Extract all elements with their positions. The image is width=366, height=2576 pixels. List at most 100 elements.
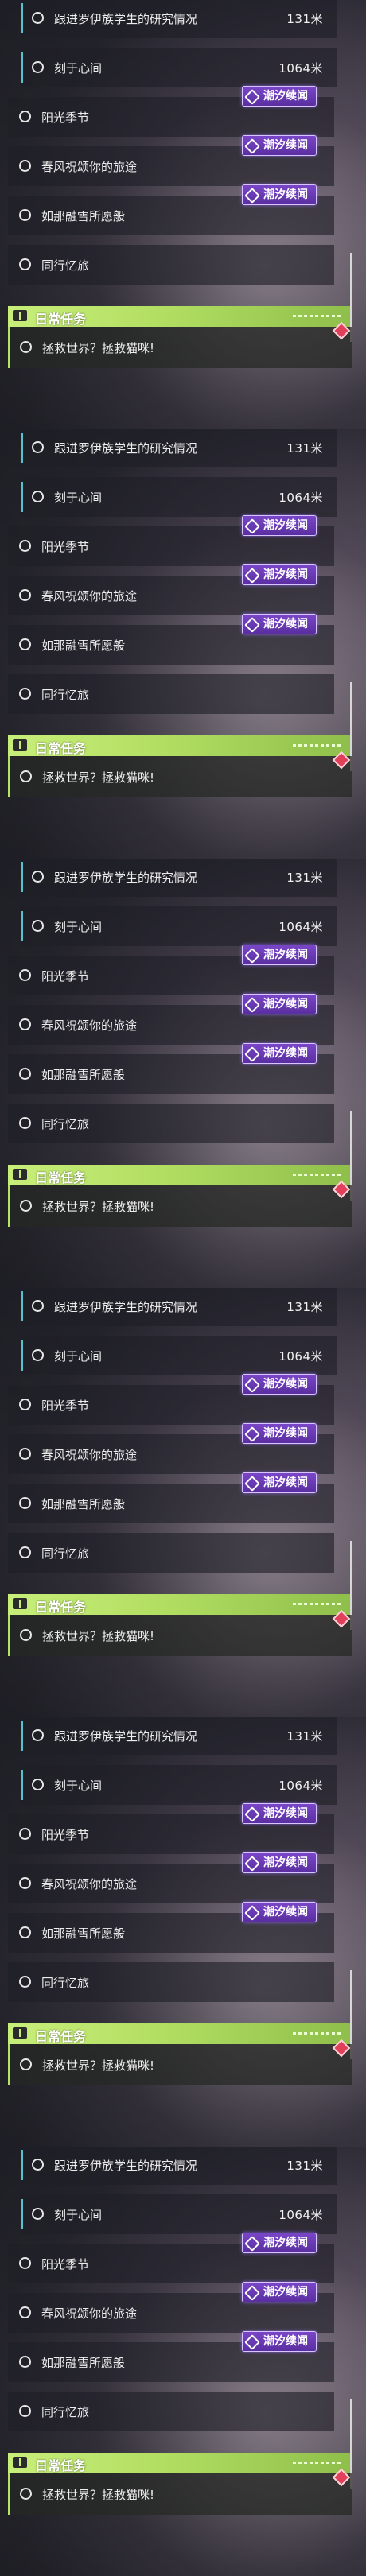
quest-name: 阳光季节 — [41, 1828, 90, 1842]
daily-task-header[interactable]: 日常任务 — [8, 1165, 350, 1185]
tide-badge[interactable]: 潮汐续闻 — [242, 614, 317, 634]
tide-badge[interactable]: 潮汐续闻 — [242, 2233, 317, 2253]
daily-task-header[interactable]: 日常任务 — [8, 735, 350, 756]
quest-row[interactable]: 跟进罗伊族学生的研究情况 131米 — [21, 429, 337, 467]
quest-row[interactable]: 跟进罗伊族学生的研究情况 131米 — [21, 1717, 337, 1755]
quest-row[interactable]: 阳光季节 潮汐续闻 — [8, 1374, 334, 1425]
tide-badge[interactable]: 潮汐续闻 — [242, 1472, 317, 1493]
quest-row[interactable]: 刻于心间 1064米 — [21, 1336, 337, 1375]
quest-row[interactable]: 同行忆旅 — [8, 1533, 334, 1573]
quest-row[interactable]: 阳光季节 潮汐续闻 — [8, 2233, 334, 2283]
quest-marker-icon — [32, 1779, 44, 1790]
quest-row[interactable]: 阳光季节 潮汐续闻 — [8, 945, 334, 995]
daily-task-title: 日常任务 — [35, 2029, 87, 2044]
daily-marker-icon — [20, 2488, 32, 2500]
quest-row[interactable]: 阳光季节 潮汐续闻 — [8, 515, 334, 566]
tide-badge[interactable]: 潮汐续闻 — [242, 1852, 317, 1873]
quest-distance: 131米 — [286, 1729, 323, 1744]
daily-task-name: 拯救世界？拯救猫咪! — [42, 341, 155, 355]
tide-badge[interactable]: 潮汐续闻 — [242, 515, 317, 536]
tide-badge[interactable]: 潮汐续闻 — [242, 945, 317, 965]
tide-badge-icon — [244, 2285, 260, 2301]
tide-badge-label: 潮汐续闻 — [263, 90, 308, 103]
tide-badge[interactable]: 潮汐续闻 — [242, 1374, 317, 1395]
tide-badge[interactable]: 潮汐续闻 — [242, 994, 317, 1014]
tide-badge[interactable]: 潮汐续闻 — [242, 1902, 317, 1922]
quest-row[interactable]: 春风祝颂你的旅途 潮汐续闻 — [8, 135, 334, 186]
tide-badge[interactable]: 潮汐续闻 — [242, 2331, 317, 2352]
quest-name: 跟进罗伊族学生的研究情况 — [54, 441, 198, 456]
quest-marker-icon — [19, 1399, 31, 1410]
daily-task-row[interactable]: 拯救世界？拯救猫咪! — [8, 2468, 352, 2515]
daily-task-row[interactable]: 拯救世界？拯救猫咪! — [8, 321, 352, 368]
tide-badge-label: 潮汐续闻 — [263, 1476, 308, 1489]
daily-task-row[interactable]: 拯救世界？拯救猫咪! — [8, 751, 352, 797]
quest-row[interactable]: 跟进罗伊族学生的研究情况 131米 — [21, 2147, 337, 2185]
quest-accent-bar — [21, 482, 23, 512]
quest-marker-icon — [19, 589, 31, 601]
quest-row[interactable]: 刻于心间 1064米 — [21, 1765, 337, 1805]
tide-badge[interactable]: 潮汐续闻 — [242, 135, 317, 156]
tide-badge-label: 潮汐续闻 — [263, 618, 308, 630]
quest-name: 阳光季节 — [41, 969, 90, 983]
quest-row[interactable]: 如那融雪所愿般 潮汐续闻 — [8, 1043, 334, 1094]
tide-badge[interactable]: 潮汐续闻 — [242, 86, 317, 107]
tide-badge-label: 潮汐续闻 — [263, 1378, 308, 1391]
quest-row[interactable]: 同行忆旅 — [8, 674, 334, 714]
quest-row[interactable]: 跟进罗伊族学生的研究情况 131米 — [21, 0, 337, 38]
quest-row[interactable]: 跟进罗伊族学生的研究情况 131米 — [21, 1288, 337, 1326]
quest-marker-icon — [32, 1349, 44, 1361]
quest-distance: 131米 — [286, 2159, 323, 2173]
tide-badge-icon — [244, 568, 260, 584]
quest-row[interactable]: 同行忆旅 — [8, 1962, 334, 2002]
quest-row[interactable]: 春风祝颂你的旅途 潮汐续闻 — [8, 1423, 334, 1474]
quest-row[interactable]: 如那融雪所愿般 潮汐续闻 — [8, 614, 334, 665]
quest-accent-bar — [21, 52, 23, 83]
quest-row[interactable]: 如那融雪所愿般 潮汐续闻 — [8, 1902, 334, 1953]
quest-row[interactable]: 刻于心间 1064米 — [21, 906, 337, 946]
quest-name: 春风祝颂你的旅途 — [41, 589, 138, 603]
quest-row[interactable]: 春风祝颂你的旅途 潮汐续闻 — [8, 994, 334, 1045]
daily-task-header[interactable]: 日常任务 — [8, 2023, 350, 2044]
quest-distance: 131米 — [286, 871, 323, 885]
tide-badge[interactable]: 潮汐续闻 — [242, 1423, 317, 1444]
quest-distance: 1064米 — [278, 2208, 323, 2222]
daily-task-row[interactable]: 拯救世界？拯救猫咪! — [8, 2039, 352, 2085]
tide-badge[interactable]: 潮汐续闻 — [242, 1803, 317, 1824]
quest-row[interactable]: 刻于心间 1064米 — [21, 48, 337, 87]
quest-distance: 1064米 — [278, 1779, 323, 1793]
tide-badge-label: 潮汐续闻 — [263, 1856, 308, 1869]
quest-marker-icon — [19, 688, 31, 700]
daily-task-title: 日常任务 — [35, 2458, 87, 2473]
daily-task-name: 拯救世界？拯救猫咪! — [42, 1629, 155, 1643]
quest-row[interactable]: 如那融雪所愿般 潮汐续闻 — [8, 184, 334, 235]
quest-row[interactable]: 阳光季节 潮汐续闻 — [8, 1803, 334, 1854]
quest-row[interactable]: 春风祝颂你的旅途 潮汐续闻 — [8, 2282, 334, 2333]
tide-badge[interactable]: 潮汐续闻 — [242, 2282, 317, 2302]
tide-badge-label: 潮汐续闻 — [263, 1047, 308, 1060]
quest-row[interactable]: 如那融雪所愿般 潮汐续闻 — [8, 2331, 334, 2382]
tide-badge-icon — [244, 1046, 260, 1062]
daily-task-header[interactable]: 日常任务 — [8, 2453, 350, 2473]
daily-task-header[interactable]: 日常任务 — [8, 306, 350, 327]
tide-badge[interactable]: 潮汐续闻 — [242, 1043, 317, 1064]
daily-task-row[interactable]: 拯救世界？拯救猫咪! — [8, 1609, 352, 1656]
quest-row[interactable]: 同行忆旅 — [8, 245, 334, 285]
quest-marker-icon — [19, 1546, 31, 1558]
quest-row[interactable]: 阳光季节 潮汐续闻 — [8, 86, 334, 137]
quest-row[interactable]: 刻于心间 1064米 — [21, 2194, 337, 2234]
tide-badge[interactable]: 潮汐续闻 — [242, 184, 317, 205]
quest-row[interactable]: 春风祝颂你的旅途 潮汐续闻 — [8, 1852, 334, 1903]
quest-row[interactable]: 同行忆旅 — [8, 1104, 334, 1143]
daily-task-row[interactable]: 拯救世界？拯救猫咪! — [8, 1180, 352, 1227]
quest-row[interactable]: 如那融雪所愿般 潮汐续闻 — [8, 1472, 334, 1523]
quest-row[interactable]: 跟进罗伊族学生的研究情况 131米 — [21, 859, 337, 897]
quest-row[interactable]: 春风祝颂你的旅途 潮汐续闻 — [8, 564, 334, 615]
quest-row[interactable]: 刻于心间 1064米 — [21, 477, 337, 517]
quest-accent-bar — [21, 2150, 23, 2180]
tide-badge[interactable]: 潮汐续闻 — [242, 564, 317, 585]
quest-row[interactable]: 同行忆旅 — [8, 2392, 334, 2431]
header-decoration — [293, 2462, 341, 2464]
quest-marker-icon — [19, 1068, 31, 1080]
daily-task-header[interactable]: 日常任务 — [8, 1594, 350, 1615]
